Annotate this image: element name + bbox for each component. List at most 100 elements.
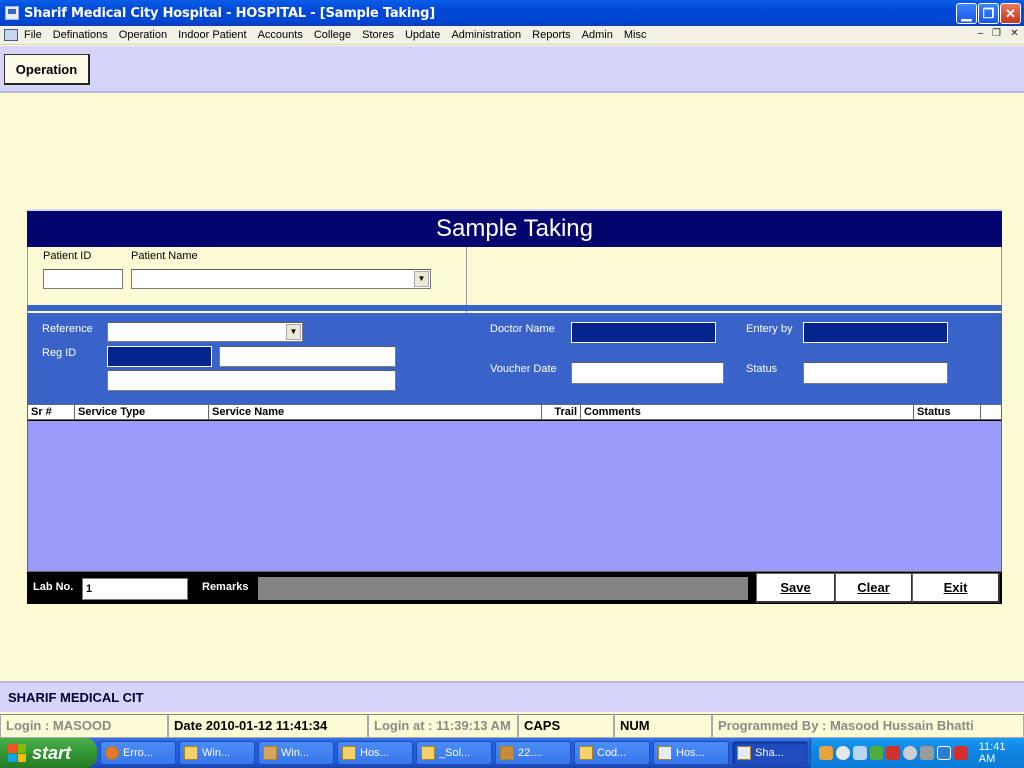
patient-name-combo[interactable]: ▼: [131, 269, 431, 289]
status-bar: Login : MASOOD Date 2010-01-12 11:41:34 …: [0, 714, 1024, 738]
services-grid-header: Sr # Service Type Service Name Trail Com…: [27, 404, 1002, 420]
menu-admin[interactable]: Admin: [582, 29, 613, 41]
restore-button[interactable]: ❐: [978, 3, 999, 24]
program-icon: [263, 746, 277, 760]
menu-bar: File Definations Operation Indoor Patien…: [0, 26, 1024, 45]
menu-reports[interactable]: Reports: [532, 29, 571, 41]
mdi-close-icon[interactable]: ✕: [1008, 28, 1021, 41]
menu-stores[interactable]: Stores: [362, 29, 394, 41]
hospital-name: SHARIF MEDICAL CIT: [8, 690, 144, 705]
title-bar: Sharif Medical City Hospital - HOSPITAL …: [0, 0, 1024, 26]
menu-indoor-patient[interactable]: Indoor Patient: [178, 29, 247, 41]
reg-id-input[interactable]: [107, 346, 212, 367]
reg-id-label: Reg ID: [42, 347, 77, 359]
login-time: Login at : 11:39:13 AM: [368, 714, 518, 738]
app-icon[interactable]: [5, 6, 19, 20]
task-button[interactable]: Erro...: [100, 741, 176, 765]
tray-icon[interactable]: [835, 746, 850, 760]
column-service-name[interactable]: Service Name: [209, 405, 542, 419]
separator-bar: [27, 305, 1002, 311]
column-service-type[interactable]: Service Type: [75, 405, 209, 419]
network-icon[interactable]: [852, 746, 867, 760]
folder-icon: [184, 746, 198, 760]
shield-icon[interactable]: [953, 746, 968, 760]
tray-icon[interactable]: [886, 746, 901, 760]
task-button[interactable]: Hos...: [653, 741, 729, 765]
status-input[interactable]: [803, 362, 948, 384]
windows-logo-icon: [8, 744, 26, 762]
tray-icon[interactable]: [937, 746, 951, 760]
patient-id-label: Patient ID: [43, 250, 92, 262]
task-button[interactable]: Cod...: [574, 741, 650, 765]
save-button[interactable]: Save: [756, 573, 836, 603]
system-tray: 11:41 AM: [810, 738, 1024, 768]
messenger-icon[interactable]: [903, 746, 918, 760]
divider: [466, 247, 467, 313]
taskbar: start Erro... Win... Win... Hos... _Sol.…: [0, 738, 1024, 768]
menu-administration[interactable]: Administration: [451, 29, 521, 41]
remarks-input[interactable]: [258, 577, 748, 600]
programmed-by: Programmed By : Masood Hussain Bhatti: [712, 714, 1024, 738]
chevron-down-icon[interactable]: ▼: [286, 324, 301, 340]
task-button-active[interactable]: Sha...: [732, 741, 808, 765]
entery-by-label: Entery by: [746, 323, 793, 335]
firefox-icon: [105, 746, 119, 760]
tray-icon[interactable]: [920, 746, 935, 760]
mdi-child-icon[interactable]: [4, 29, 18, 41]
menu-file[interactable]: File: [24, 29, 42, 41]
reg-id-detail-input[interactable]: [219, 346, 396, 367]
menu-update[interactable]: Update: [405, 29, 440, 41]
folder-icon: [342, 746, 356, 760]
reg-id-description-input[interactable]: [107, 370, 396, 391]
doctor-name-input[interactable]: [571, 322, 716, 343]
form-title: Sample Taking: [27, 209, 1002, 247]
doctor-name-label: Doctor Name: [490, 323, 555, 335]
task-button[interactable]: _Sol...: [416, 741, 492, 765]
details-section: Reference ▼ Reg ID Doctor Name Voucher D…: [27, 313, 1002, 406]
mdi-minimize-icon[interactable]: –: [974, 28, 987, 41]
start-label: start: [32, 742, 72, 763]
folder-icon: [421, 746, 435, 760]
column-comments[interactable]: Comments: [581, 405, 914, 419]
program-icon: [500, 746, 514, 760]
close-button[interactable]: ✕: [1000, 3, 1021, 24]
clear-button[interactable]: Clear: [835, 573, 913, 603]
menu-operation[interactable]: Operation: [119, 29, 167, 41]
tray-icon[interactable]: [819, 746, 833, 760]
clock[interactable]: 11:41 AM: [979, 741, 1024, 765]
program-icon: [737, 746, 751, 760]
sample-taking-panel: Sample Taking Patient ID Patient Name ▼ …: [27, 209, 1002, 604]
reference-combo[interactable]: ▼: [107, 322, 303, 342]
chevron-down-icon[interactable]: ▼: [414, 271, 429, 287]
minimize-button[interactable]: ▁: [956, 3, 977, 24]
num-indicator: NUM: [614, 714, 712, 738]
lab-no-input[interactable]: 1: [82, 578, 188, 600]
menu-college[interactable]: College: [314, 29, 351, 41]
start-button[interactable]: start: [0, 738, 97, 768]
services-grid-body[interactable]: [27, 420, 1002, 572]
entery-by-input[interactable]: [803, 322, 948, 343]
lab-no-label: Lab No.: [33, 581, 74, 593]
exit-button[interactable]: Exit: [912, 573, 1000, 603]
menu-accounts[interactable]: Accounts: [258, 29, 303, 41]
status-label: Status: [746, 363, 778, 375]
remarks-label: Remarks: [202, 581, 249, 593]
mdi-restore-icon[interactable]: ❐: [990, 28, 1003, 41]
task-button[interactable]: Win...: [258, 741, 334, 765]
column-sr[interactable]: Sr #: [28, 405, 75, 419]
task-button[interactable]: Hos...: [337, 741, 413, 765]
task-button[interactable]: Win...: [179, 741, 255, 765]
voucher-date-input[interactable]: [571, 362, 724, 384]
window-title: Sharif Medical City Hospital - HOSPITAL …: [24, 5, 436, 21]
caps-indicator: CAPS: [518, 714, 614, 738]
reference-label: Reference: [42, 323, 93, 335]
menu-definations[interactable]: Definations: [53, 29, 108, 41]
column-status[interactable]: Status: [914, 405, 981, 419]
tray-icon[interactable]: [869, 746, 884, 760]
operation-button[interactable]: Operation: [4, 54, 90, 85]
task-button[interactable]: 22....: [495, 741, 571, 765]
patient-id-input[interactable]: [43, 269, 123, 289]
menu-misc[interactable]: Misc: [624, 29, 647, 41]
program-icon: [658, 746, 672, 760]
column-trail[interactable]: Trail: [542, 405, 581, 419]
